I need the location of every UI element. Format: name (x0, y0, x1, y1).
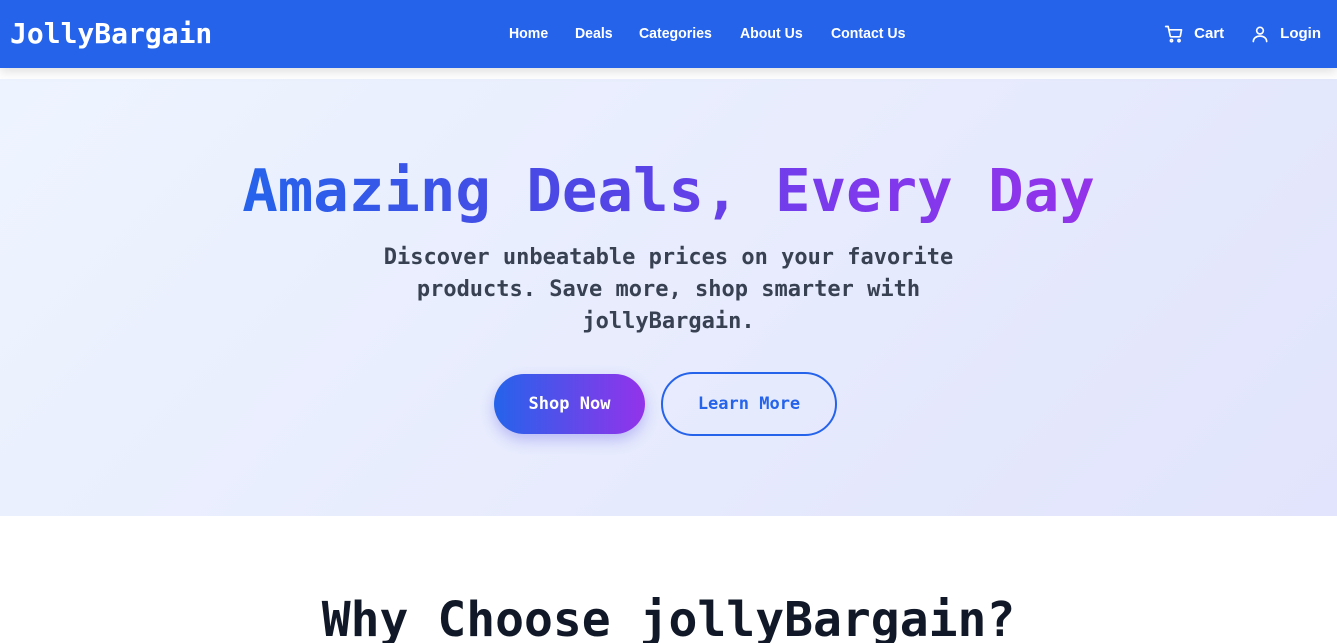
nav-links: Home Deals Categories About Us Contact U… (509, 0, 910, 68)
nav-link-home[interactable]: Home (509, 24, 548, 44)
nav-link-contact-us[interactable]: Contact Us (831, 24, 905, 44)
hero-subtitle: Discover unbeatable prices on your favor… (383, 245, 954, 334)
login-button[interactable]: Login (1250, 24, 1321, 44)
navbar: JollyBargain Home Deals Categories About… (0, 0, 1337, 68)
user-icon (1250, 24, 1270, 44)
brand-logo[interactable]: JollyBargain (10, 16, 212, 52)
shop-now-button[interactable]: Shop Now (494, 374, 645, 434)
cart-icon (1164, 24, 1184, 44)
learn-more-button[interactable]: Learn More (661, 372, 837, 436)
cart-label: Cart (1194, 25, 1225, 42)
nav-link-about-us[interactable]: About Us (740, 24, 803, 44)
hero-title-text: Amazing Deals, Every Day (242, 156, 1095, 225)
nav-link-deals[interactable]: Deals (575, 24, 613, 44)
nav-actions: Cart Login (1164, 0, 1321, 68)
login-label: Login (1280, 25, 1321, 42)
hero-title: Amazing Deals, Every Day (0, 156, 1337, 226)
cart-button[interactable]: Cart (1164, 24, 1224, 44)
features-title: Why Choose jollyBargain? (321, 592, 1016, 643)
nav-link-categories[interactable]: Categories (639, 24, 712, 44)
